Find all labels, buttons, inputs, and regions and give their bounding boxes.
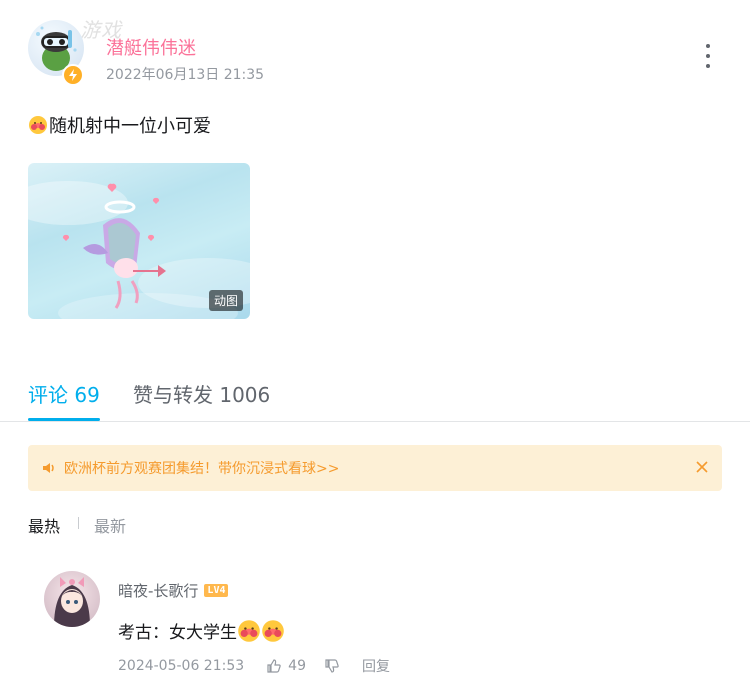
reply-time: 2024-05-06 21:53 xyxy=(118,658,245,674)
reply-username: 暗夜-长歌行 LV4 xyxy=(118,580,229,601)
publish-time: 2022年06月13日 21:35 xyxy=(106,67,265,83)
emoji-icon xyxy=(238,619,260,642)
close-icon[interactable] xyxy=(694,459,710,475)
reply-username-text[interactable]: 暗夜-长歌行 xyxy=(118,580,198,601)
sort-new[interactable]: 最新 xyxy=(94,513,126,537)
sort-separator xyxy=(78,517,79,529)
reply-button[interactable]: 回复 xyxy=(362,656,390,676)
tab-divider xyxy=(0,421,750,422)
speaker-icon xyxy=(43,463,54,473)
like-count: 49 xyxy=(288,658,306,674)
sort-hot[interactable]: 最热 xyxy=(28,513,60,537)
post-image[interactable]: 动图 xyxy=(28,163,250,319)
thumb-down-icon[interactable] xyxy=(324,658,340,674)
reply-avatar-image xyxy=(54,577,90,627)
thumb-up-icon[interactable] xyxy=(266,658,282,674)
gif-badge: 动图 xyxy=(208,290,243,311)
notice-text[interactable]: 欧洲杯前方观赛团集结！带你沉浸式看球>> xyxy=(64,458,339,478)
reply-avatar[interactable] xyxy=(44,571,100,627)
emoji-icon xyxy=(29,116,47,134)
post-text: 随机射中一位小可爱 xyxy=(28,112,211,138)
tab-likes-shares[interactable]: 赞与转发 1006 xyxy=(133,379,270,408)
emoji-icon xyxy=(262,619,284,642)
lightning-icon xyxy=(62,64,84,86)
more-icon[interactable] xyxy=(698,44,718,68)
reply-text: 考古：女大学生 xyxy=(118,623,237,643)
post-text-content: 随机射中一位小可爱 xyxy=(49,116,211,137)
notice-banner[interactable]: 欧洲杯前方观赛团集结！带你沉浸式看球>> xyxy=(28,445,722,491)
level-badge: LV4 xyxy=(204,584,229,597)
reply-content: 考古：女大学生 xyxy=(118,618,285,643)
author-avatar[interactable] xyxy=(28,20,86,86)
reply-meta: 2024-05-06 21:53 49 回复 xyxy=(118,656,390,676)
tab-comments[interactable]: 评论 69 xyxy=(28,379,100,408)
author-name[interactable]: 潜艇伟伟迷 xyxy=(106,34,196,60)
